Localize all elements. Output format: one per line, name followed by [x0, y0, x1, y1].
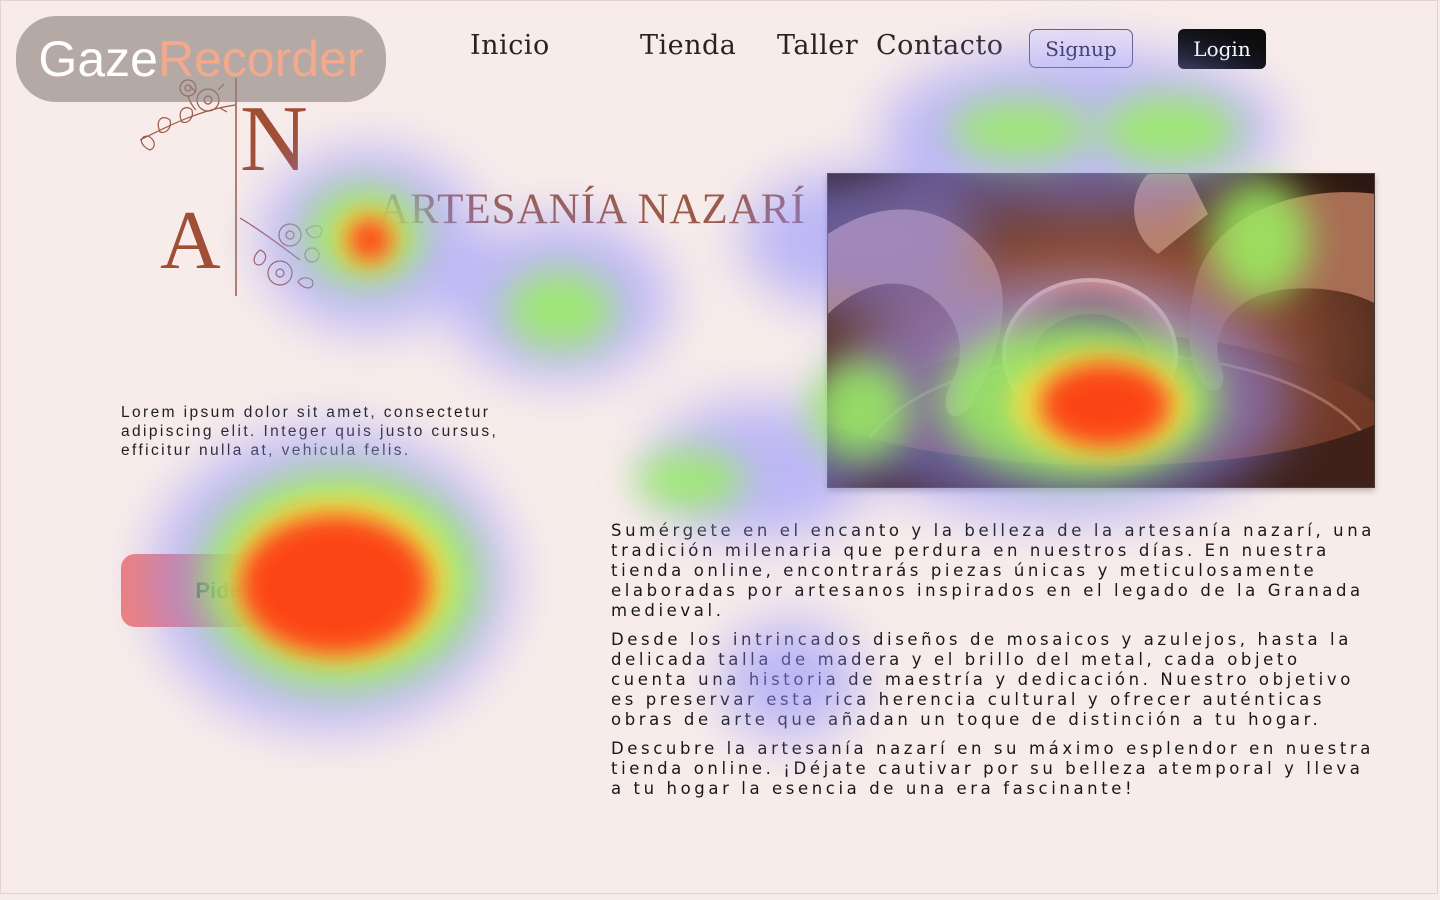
book-appointment-button[interactable]: Pide tu cita	[121, 554, 387, 627]
description-paragraph-1: Sumérgete en el encanto y la belleza de …	[611, 521, 1375, 620]
nav-inicio[interactable]: Inicio	[470, 30, 550, 61]
site-title: ARTESANÍA NAZARÍ	[378, 186, 806, 233]
pottery-wheel-hands-image	[827, 173, 1375, 488]
logo-letter-n: N	[240, 87, 308, 191]
description-text: Sumérgete en el encanto y la belleza de …	[611, 521, 1381, 808]
description-paragraph-2: Desde los intrincados diseños de mosaico…	[611, 630, 1354, 729]
login-button[interactable]: Login	[1178, 29, 1266, 69]
watermark-part-1: Gaze	[38, 31, 158, 87]
nav-tienda[interactable]: Tienda	[640, 30, 736, 61]
brand-logo: N A	[130, 70, 340, 305]
nav-contacto[interactable]: Contacto	[876, 30, 1003, 61]
gazerecorder-watermark: Gaze Recorder	[16, 16, 386, 102]
watermark-part-2: Recorder	[157, 31, 364, 87]
description-paragraph-3: Descubre la artesanía nazarí en su máxim…	[611, 739, 1374, 798]
logo-letter-a: A	[160, 194, 221, 287]
nav-taller[interactable]: Taller	[777, 30, 858, 61]
signup-button[interactable]: Signup	[1029, 29, 1133, 68]
intro-text: Lorem ipsum dolor sit amet, consectetur …	[121, 404, 499, 459]
